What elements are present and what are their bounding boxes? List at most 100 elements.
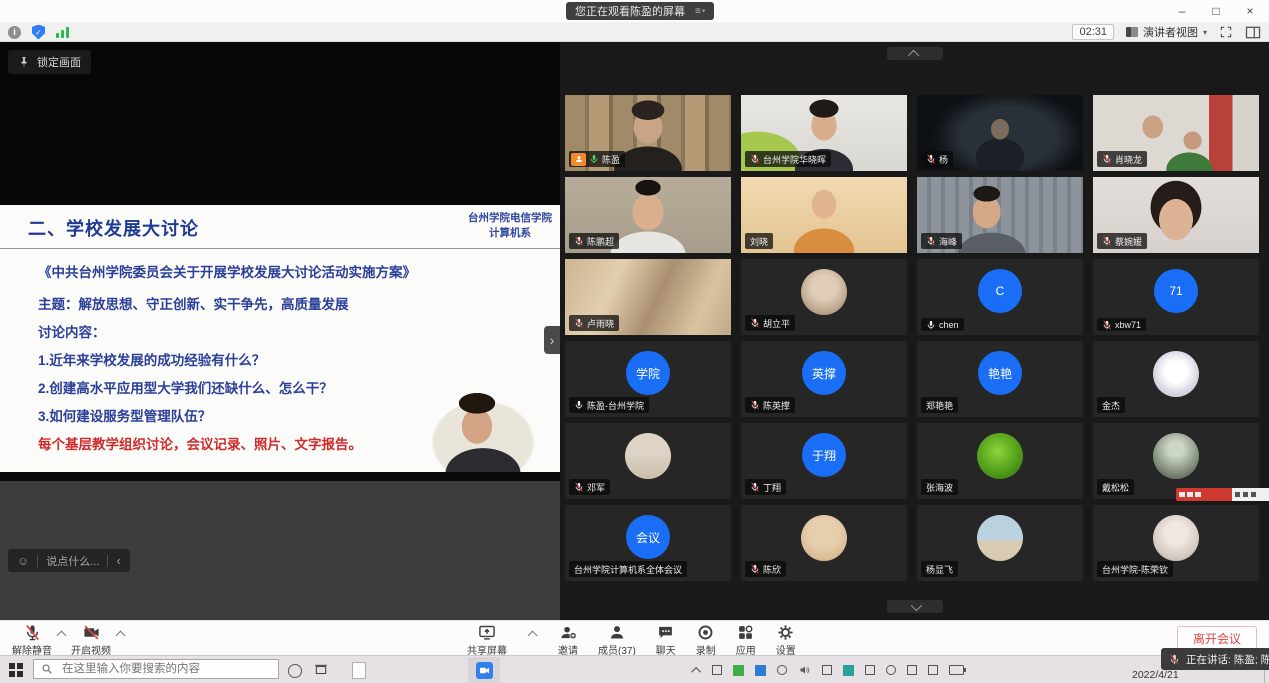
- toolbar-center-group: 共享屏幕 邀请成员(37) 聊天录制应用设置: [465, 623, 798, 657]
- taskbar-date[interactable]: 2022/4/21: [1132, 669, 1179, 681]
- mic-status-icon: [589, 154, 599, 164]
- tray-icon[interactable]: [865, 665, 875, 675]
- chat-input-placeholder[interactable]: 说点什么...: [46, 553, 99, 569]
- security-shield-icon[interactable]: ✓: [32, 25, 45, 40]
- participant-tile[interactable]: 卢雨晓: [565, 259, 731, 335]
- collapse-chat-icon[interactable]: ‹: [116, 553, 120, 568]
- participant-nametag: 海峰: [921, 233, 962, 249]
- grid-scroll-down-button[interactable]: [887, 600, 943, 613]
- slide-theme: 主题：解放思想、守正创新、实干争先，高质量发展: [38, 293, 550, 313]
- participant-tile[interactable]: 邓军: [565, 423, 731, 499]
- watching-banner[interactable]: 您正在观看陈盈的屏幕 ≡▾: [566, 2, 714, 20]
- participant-nametag: 金杰: [1097, 397, 1125, 413]
- toolbar-members-button[interactable]: 成员(37): [596, 623, 638, 657]
- participant-tile[interactable]: 陈盈: [565, 95, 731, 171]
- mic-status-icon: [750, 400, 760, 410]
- toolbar-gear-button[interactable]: 设置: [774, 623, 798, 657]
- participant-name: 台州学院计算机系全体会议: [574, 563, 682, 576]
- close-button[interactable]: ×: [1233, 0, 1267, 22]
- pane-expand-arrow[interactable]: ›: [544, 326, 560, 354]
- taskbar-search[interactable]: [33, 659, 279, 679]
- toolbar-invite-button[interactable]: 邀请: [556, 623, 580, 657]
- participant-tile[interactable]: 陈欣: [741, 505, 907, 581]
- layout-icon[interactable]: [1245, 26, 1261, 39]
- participant-tile[interactable]: 肖晓龙: [1093, 95, 1259, 171]
- banner-menu-icon[interactable]: ≡▾: [695, 6, 705, 17]
- meeting-status-icons: i ✓: [8, 24, 69, 40]
- emoji-icon[interactable]: ☺: [17, 554, 29, 568]
- toolbar-caret[interactable]: [528, 631, 538, 641]
- tray-icon[interactable]: [733, 665, 744, 676]
- participant-tile[interactable]: 艳艳 郑艳艳: [917, 341, 1083, 417]
- quick-chat-bar[interactable]: ☺ 说点什么... ‹: [8, 549, 130, 572]
- volume-icon[interactable]: [798, 664, 811, 676]
- participant-tile[interactable]: 海峰: [917, 177, 1083, 253]
- participant-tile[interactable]: 金杰: [1093, 341, 1259, 417]
- participant-tile[interactable]: 71 xbw71: [1093, 259, 1259, 335]
- participant-name: 陈欣: [763, 563, 781, 576]
- participant-grid: 陈盈 台州学院华晓晖 杨 肖晓龙: [565, 95, 1259, 581]
- tray-icon[interactable]: [886, 665, 896, 675]
- toolbar-cam-off-button[interactable]: 开启视频: [69, 623, 113, 657]
- view-mode-select[interactable]: 演讲者视图 ▾: [1126, 24, 1207, 40]
- task-view-icon[interactable]: [314, 664, 328, 676]
- participant-tile[interactable]: 台州学院华晓晖: [741, 95, 907, 171]
- toolbar-chat-button[interactable]: 聊天: [654, 623, 678, 657]
- tray-icon[interactable]: [712, 665, 722, 675]
- participant-nametag: xbw71: [1097, 318, 1146, 331]
- participant-tile[interactable]: 杨显飞: [917, 505, 1083, 581]
- mic-status-icon: [750, 318, 760, 328]
- participant-nametag: 丁翔: [745, 479, 786, 495]
- participant-name: 邓军: [587, 481, 605, 494]
- participant-name: 杨显飞: [926, 563, 953, 576]
- start-button[interactable]: [9, 663, 23, 677]
- participant-tile[interactable]: 台州学院-陈荣钦: [1093, 505, 1259, 581]
- maximize-button[interactable]: □: [1199, 0, 1233, 22]
- hidden-icons-chevron[interactable]: [691, 666, 701, 676]
- toolbar-caret[interactable]: [57, 631, 67, 641]
- document-app-icon[interactable]: [352, 662, 366, 679]
- participant-avatar: 艳艳: [978, 351, 1022, 395]
- participant-tile[interactable]: 英撑 陈英撑: [741, 341, 907, 417]
- participant-tile[interactable]: 学院 陈盈-台州学院: [565, 341, 731, 417]
- toolbar-record-button[interactable]: 录制: [694, 623, 718, 657]
- cortana-icon[interactable]: [288, 664, 302, 678]
- search-input[interactable]: [60, 662, 264, 676]
- pin-view-button[interactable]: 锁定画面: [8, 50, 91, 74]
- fullscreen-icon[interactable]: [1219, 25, 1233, 39]
- participant-tile[interactable]: 张海波: [917, 423, 1083, 499]
- participant-tile[interactable]: 会议 台州学院计算机系全体会议: [565, 505, 731, 581]
- tray-icon[interactable]: [928, 665, 938, 675]
- toolbar-mic-off-button[interactable]: 解除静音: [10, 623, 54, 657]
- tray-icon[interactable]: [822, 665, 832, 675]
- floating-recorder-widget[interactable]: [1176, 488, 1269, 501]
- tray-icon[interactable]: [843, 665, 854, 676]
- participant-tile[interactable]: C chen: [917, 259, 1083, 335]
- participant-nametag: 戴松松: [1097, 479, 1134, 495]
- participant-avatar: C: [978, 269, 1022, 313]
- toolbar-apps-button[interactable]: 应用: [734, 623, 758, 657]
- participant-tile[interactable]: 杨: [917, 95, 1083, 171]
- mic-status-icon: [1102, 320, 1112, 330]
- participant-nametag: 台州学院华晓晖: [745, 151, 831, 167]
- titlebar: 您正在观看陈盈的屏幕 ≡▾ – □ ×: [0, 0, 1269, 22]
- participant-avatar: 英撑: [802, 351, 846, 395]
- tray-icon[interactable]: [755, 665, 766, 676]
- toolbar-caret[interactable]: [116, 631, 126, 641]
- tray-icon[interactable]: [907, 665, 917, 675]
- battery-icon[interactable]: [949, 665, 964, 675]
- toolbar-share-button[interactable]: 共享屏幕: [465, 623, 509, 657]
- participant-tile[interactable]: 胡立平: [741, 259, 907, 335]
- mic-status-icon: [574, 318, 584, 328]
- meeting-app-taskbar-icon[interactable]: [468, 657, 500, 683]
- grid-scroll-up-button[interactable]: [887, 47, 943, 60]
- minimize-button[interactable]: –: [1165, 0, 1199, 22]
- recorder-buttons[interactable]: [1232, 488, 1269, 501]
- participant-tile[interactable]: 于翔 丁翔: [741, 423, 907, 499]
- participant-tile[interactable]: 刘晓: [741, 177, 907, 253]
- mic-status-icon: [574, 400, 584, 410]
- tray-icon[interactable]: [777, 665, 787, 675]
- info-icon[interactable]: i: [8, 26, 21, 39]
- participant-tile[interactable]: 陈鹏超: [565, 177, 731, 253]
- participant-tile[interactable]: 蔡婉媛: [1093, 177, 1259, 253]
